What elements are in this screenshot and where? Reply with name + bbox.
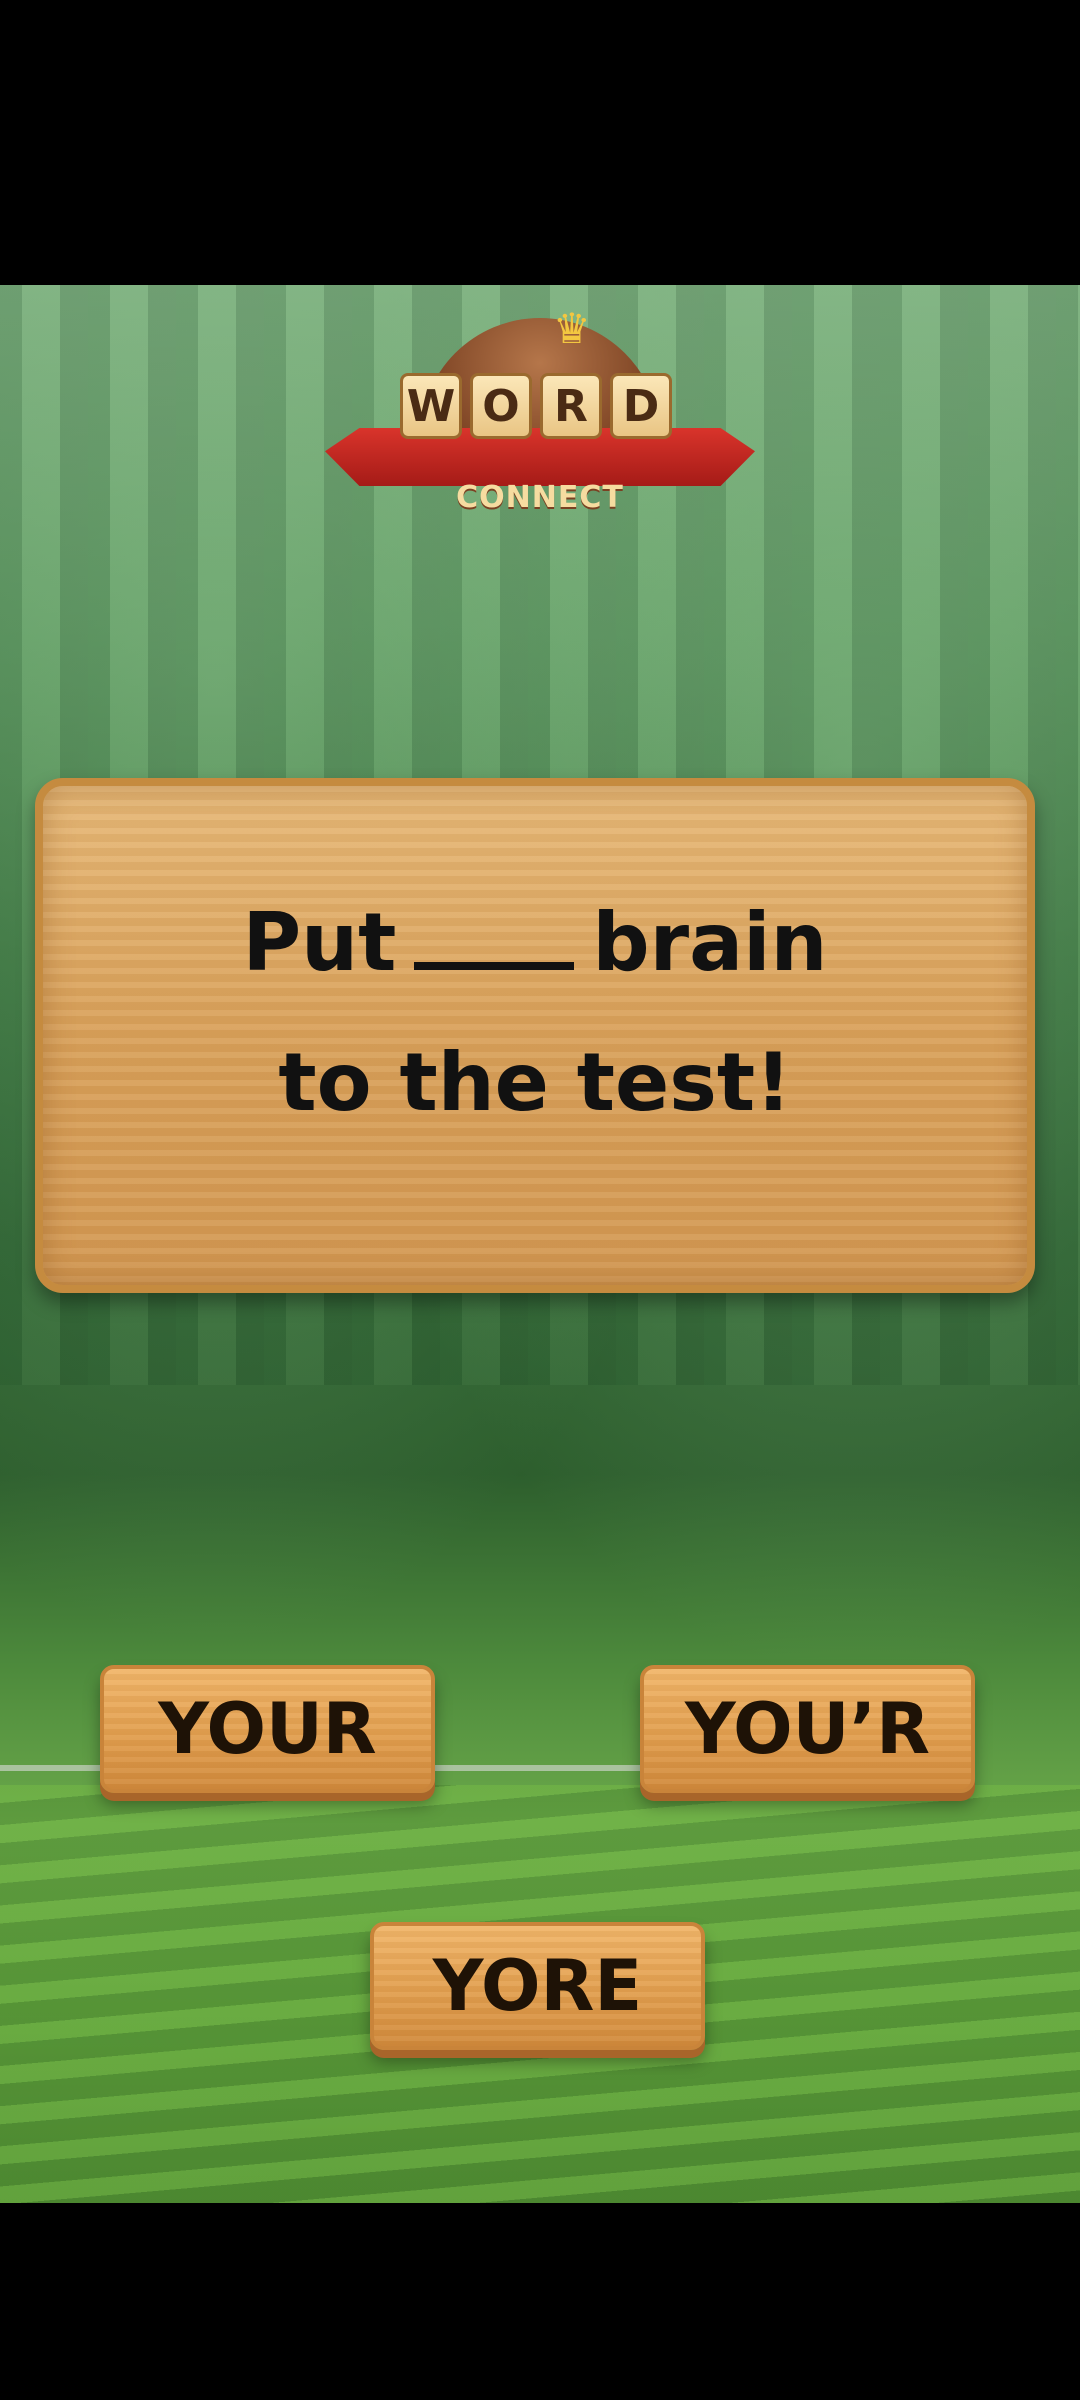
logo-tile: O [470, 373, 532, 439]
question-board: Put brain to the test! [35, 778, 1035, 1293]
question-text-before: Put [242, 896, 397, 989]
app-frame: ♛ W O R D CONNECT Put brain to the test! … [0, 0, 1080, 2400]
logo-tiles: W O R D [400, 373, 680, 439]
question-line-2: to the test! [278, 1036, 792, 1129]
answer-button-you-r[interactable]: YOU’R [640, 1665, 975, 1793]
logo-subtitle: CONNECT [456, 480, 624, 515]
crown-icon: ♛ [553, 304, 591, 353]
question-text-after: brain [592, 896, 828, 989]
answer-blank [414, 902, 575, 970]
logo-tile: R [540, 373, 602, 439]
answer-button-yore[interactable]: YORE [370, 1922, 705, 2050]
word-connect-logo: ♛ W O R D CONNECT [325, 304, 755, 518]
logo-tile: W [400, 373, 462, 439]
logo-tile: D [610, 373, 672, 439]
answer-button-your[interactable]: YOUR [100, 1665, 435, 1793]
question-line-1: Put brain [43, 896, 1027, 989]
